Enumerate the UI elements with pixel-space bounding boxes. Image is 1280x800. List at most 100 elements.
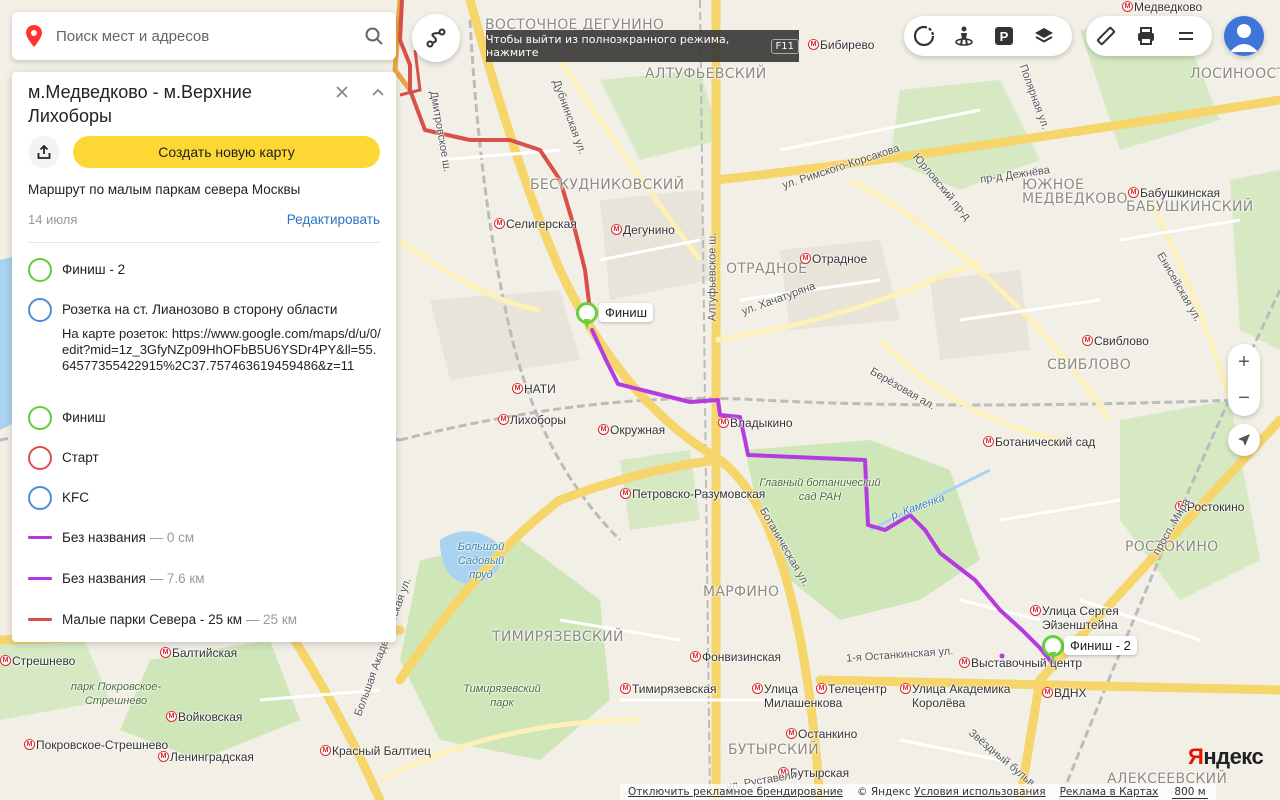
- metro-label[interactable]: Улица Сергея Эйзенштейна: [1030, 604, 1120, 632]
- list-item[interactable]: Финиш - 2: [12, 258, 396, 282]
- metro-label[interactable]: Останкино: [786, 727, 857, 741]
- line-length: — 25 км: [245, 612, 298, 627]
- placemark-icon: [28, 298, 52, 322]
- finish-2-pin[interactable]: [1042, 635, 1064, 665]
- district-label: Бутырский: [728, 742, 819, 758]
- metro-label[interactable]: Ботанический сад: [983, 435, 1095, 449]
- menu-button[interactable]: [1166, 16, 1206, 56]
- list-item[interactable]: Малые парки Севера - 25 км — 25 км: [12, 610, 396, 630]
- disable-ads-link[interactable]: Отключить рекламное брендирование: [628, 786, 843, 798]
- object-name: KFC: [62, 490, 89, 505]
- zoom-out-button[interactable]: −: [1228, 380, 1260, 416]
- edit-link[interactable]: Редактировать: [287, 212, 380, 227]
- zoom-control: + −: [1228, 344, 1260, 416]
- street-label: Алтуфьевское ш.: [706, 232, 719, 322]
- metro-label[interactable]: НАТИ: [512, 382, 556, 396]
- polyline-icon: [28, 618, 52, 621]
- menu-icon: [1179, 32, 1193, 40]
- district-label: Свиблово: [1047, 357, 1132, 373]
- metro-label[interactable]: Петровско-Разумовская: [620, 487, 765, 501]
- panorama-button[interactable]: [944, 16, 984, 56]
- traffic-button[interactable]: [904, 16, 944, 56]
- district-label: Бескудниковский: [530, 177, 685, 193]
- district-label: Бабушкинский: [1126, 199, 1254, 215]
- metro-label[interactable]: Балтийская: [160, 646, 237, 660]
- district-label: Южное Медведково: [1022, 177, 1128, 207]
- metro-label[interactable]: Стрешнево: [0, 654, 75, 668]
- list-item[interactable]: Финиш: [12, 406, 396, 430]
- placemark-icon: [28, 406, 52, 430]
- map-date: 14 июля: [28, 212, 78, 227]
- fullscreen-toast: Чтобы выйти из полноэкранного режима, на…: [486, 30, 799, 62]
- district-label: Лосиноостровский: [1190, 66, 1280, 82]
- metro-label[interactable]: Бабушкинская: [1128, 186, 1220, 200]
- finish-pin-label[interactable]: Финиш: [599, 303, 654, 322]
- metro-label[interactable]: Окружная: [598, 423, 665, 437]
- metro-label[interactable]: Бибирево: [808, 38, 874, 52]
- metro-label[interactable]: Селигерская: [494, 217, 577, 231]
- list-item[interactable]: Без названия — 0 см: [12, 528, 396, 548]
- printer-icon: [1138, 27, 1154, 45]
- print-button[interactable]: [1126, 16, 1166, 56]
- user-avatar[interactable]: [1224, 16, 1264, 56]
- metro-label[interactable]: Улица Академика Королёва: [900, 682, 1030, 710]
- zoom-in-button[interactable]: +: [1228, 344, 1260, 380]
- district-label: Алтуфьевский: [645, 66, 767, 82]
- chevron-up-icon[interactable]: [366, 80, 390, 104]
- metro-label[interactable]: Отрадное: [800, 252, 867, 266]
- share-button[interactable]: [28, 136, 60, 168]
- scale-label: 800 м: [1172, 785, 1208, 799]
- street-view-icon: [955, 26, 973, 46]
- finish-2-pin-label[interactable]: Финиш - 2: [1064, 636, 1137, 655]
- metro-label[interactable]: Ленинградская: [158, 750, 254, 764]
- placemark-icon: [28, 486, 52, 510]
- parking-button[interactable]: P: [984, 16, 1024, 56]
- metro-label[interactable]: Войковская: [166, 710, 242, 724]
- water-label: Большой Садовый пруд: [457, 541, 505, 581]
- search-icon[interactable]: [352, 12, 396, 60]
- metro-label[interactable]: Фонвизинская: [690, 650, 781, 664]
- terms-link[interactable]: Условия использования: [914, 786, 1045, 798]
- search-input[interactable]: [56, 27, 352, 45]
- metro-label[interactable]: Улица Милашенкова: [752, 682, 842, 710]
- metro-label[interactable]: Покровское-Стрешнево: [24, 738, 168, 752]
- geolocation-button[interactable]: [1228, 424, 1260, 456]
- metro-label[interactable]: Медведково: [1122, 0, 1202, 14]
- placemark-icon: [28, 258, 52, 282]
- line-length: — 7.6 км: [149, 571, 205, 586]
- panel-title: м.Медведково - м.Верхние Лихоборы: [28, 82, 252, 126]
- list-item[interactable]: Старт: [12, 446, 396, 470]
- metro-label[interactable]: ВДНХ: [1042, 686, 1087, 700]
- district-label: Тимирязевский: [492, 629, 624, 645]
- metro-label[interactable]: Владыкино: [718, 416, 793, 430]
- district-label: Отрадное: [726, 261, 808, 277]
- map-panel: м.Медведково - м.Верхние Лихоборы Создат…: [12, 72, 396, 642]
- list-item[interactable]: KFC: [12, 486, 396, 510]
- close-icon[interactable]: [330, 80, 354, 104]
- object-name: Малые парки Севера - 25 км — 25 км: [62, 612, 297, 627]
- metro-label[interactable]: Лихоборы: [498, 413, 566, 427]
- park-label: Тимирязевский парк: [463, 683, 541, 709]
- placemark-icon: [28, 446, 52, 470]
- map-pin-icon: [12, 12, 56, 60]
- share-icon: [37, 145, 51, 159]
- layers-toolbar: P: [904, 16, 1072, 56]
- divider: [28, 242, 380, 243]
- object-name: Розетка на ст. Лианозово в сторону облас…: [62, 302, 338, 317]
- ads-link[interactable]: Реклама в Картах: [1060, 786, 1159, 798]
- metro-label[interactable]: Красный Балтиец: [320, 744, 431, 758]
- list-item[interactable]: Без названия — 7.6 км: [12, 569, 396, 589]
- metro-label[interactable]: Свиблово: [1082, 334, 1149, 348]
- create-map-button[interactable]: Создать новую карту: [73, 136, 380, 168]
- metro-label[interactable]: Дегунино: [611, 223, 675, 237]
- traffic-icon: [913, 25, 935, 47]
- list-item[interactable]: Розетка на ст. Лианозово в сторону облас…: [12, 298, 396, 394]
- finish-pin[interactable]: [576, 302, 598, 332]
- routes-button[interactable]: [412, 14, 460, 62]
- district-label: Ростокино: [1125, 539, 1219, 555]
- tools-toolbar: [1086, 16, 1212, 56]
- metro-label[interactable]: Тимирязевская: [620, 682, 716, 696]
- ruler-button[interactable]: [1086, 16, 1126, 56]
- layers-icon: [1035, 28, 1053, 43]
- layers-button[interactable]: [1024, 16, 1064, 56]
